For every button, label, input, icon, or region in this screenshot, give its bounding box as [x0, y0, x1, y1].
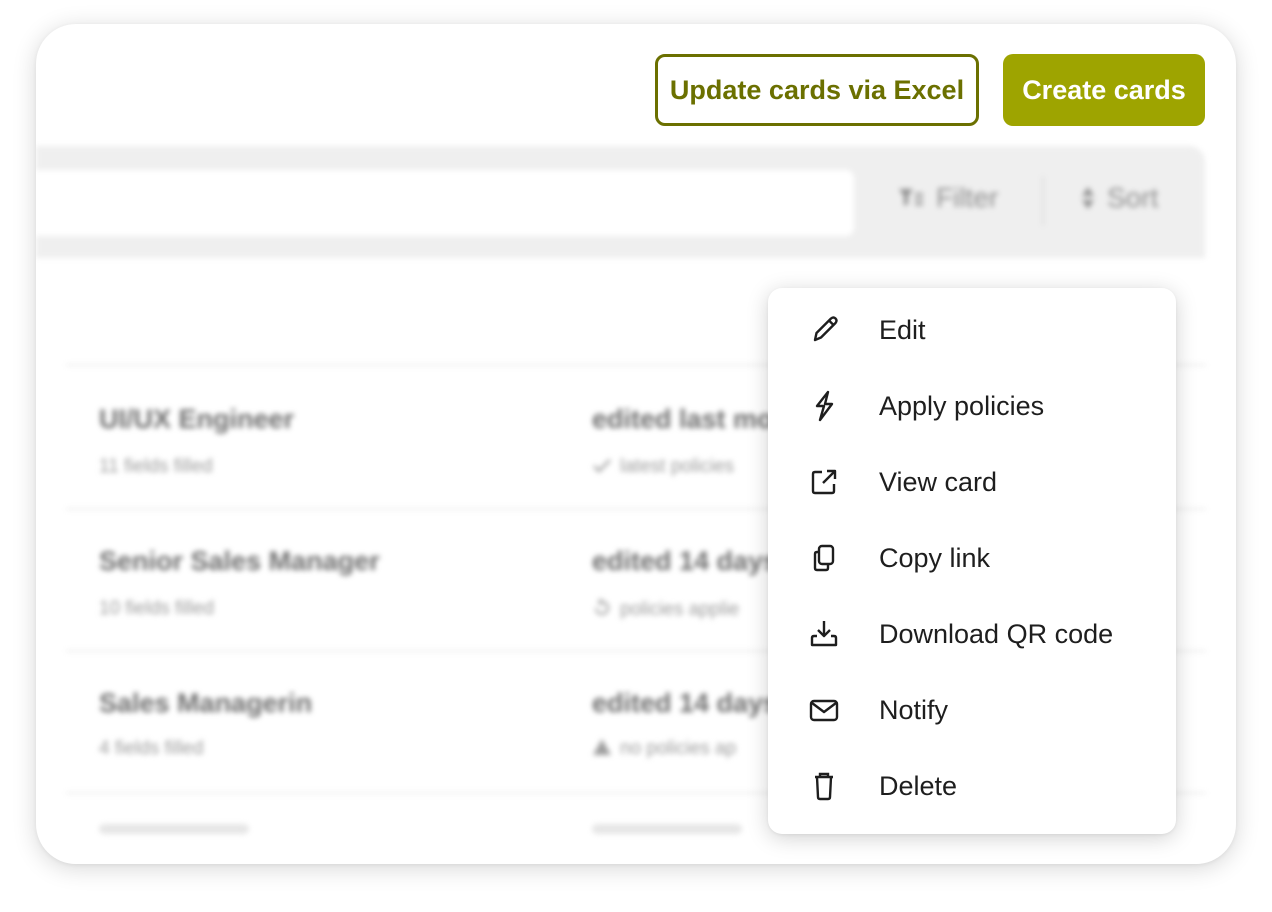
menu-item-edit[interactable]: Edit	[768, 294, 1176, 366]
history-icon	[595, 598, 609, 615]
copy-icon	[813, 544, 835, 572]
menu-item-label: Notify	[879, 694, 949, 725]
search-input[interactable]	[36, 170, 854, 236]
lightning-icon	[815, 390, 834, 422]
pencil-icon	[813, 316, 838, 342]
menu-item-view-card[interactable]: View card	[768, 446, 1176, 518]
sort-button[interactable]: Sort	[1081, 182, 1158, 214]
card-policy-status: latest policies	[592, 456, 734, 478]
update-cards-excel-button[interactable]: Update cards via Excel	[655, 54, 979, 126]
cards-panel: Filter Sort UI/UX Engineer 11 fields fil…	[36, 24, 1236, 864]
menu-item-delete[interactable]: Delete	[768, 750, 1176, 822]
card-edited-status: edited last mo	[592, 404, 774, 434]
toolbar-divider	[1042, 176, 1044, 226]
menu-item-label: Copy link	[879, 542, 991, 573]
sort-icon	[1082, 187, 1094, 209]
card-fields-count: 4 fields filled	[99, 738, 204, 759]
filter-label: Filter	[936, 182, 999, 213]
warning-icon	[593, 739, 611, 755]
mail-icon	[809, 699, 839, 722]
external-link-icon	[811, 469, 837, 495]
card-edited-status: edited 14 days	[592, 546, 779, 576]
card-fields-count: 11 fields filled	[99, 456, 213, 477]
check-icon	[593, 459, 611, 473]
menu-item-label: Edit	[879, 314, 926, 345]
card-title: UI/UX Engineer	[99, 404, 295, 434]
menu-item-label: View card	[879, 466, 998, 497]
download-icon	[810, 621, 838, 647]
toolbar: Filter Sort	[36, 146, 1205, 258]
trash-icon	[815, 772, 833, 801]
menu-item-label: Delete	[879, 770, 958, 801]
card-policy-status: no policies ap	[592, 738, 736, 760]
menu-item-download-qr[interactable]: Download QR code	[768, 598, 1176, 670]
filter-button[interactable]: Filter	[898, 182, 998, 214]
card-fields-count: 10 fields filled	[99, 598, 215, 619]
card-title: Senior Sales Manager	[99, 546, 380, 576]
menu-item-apply-policies[interactable]: Apply policies	[768, 370, 1176, 442]
context-menu: Edit Apply policies View card Copy link	[768, 288, 1176, 834]
sort-label: Sort	[1107, 182, 1159, 213]
menu-item-label: Apply policies	[879, 390, 1045, 421]
menu-item-notify[interactable]: Notify	[768, 674, 1176, 746]
filter-icon	[899, 189, 923, 206]
table-row-partial	[99, 824, 249, 834]
create-cards-button[interactable]: Create cards	[1003, 54, 1205, 126]
card-title: Sales Managerin	[99, 688, 313, 718]
card-policy-status: policies applie	[592, 598, 739, 621]
card-edited-status: edited 14 days	[592, 688, 779, 718]
table-row-partial	[592, 824, 742, 834]
menu-item-copy-link[interactable]: Copy link	[768, 522, 1176, 594]
menu-item-label: Download QR code	[879, 618, 1114, 649]
